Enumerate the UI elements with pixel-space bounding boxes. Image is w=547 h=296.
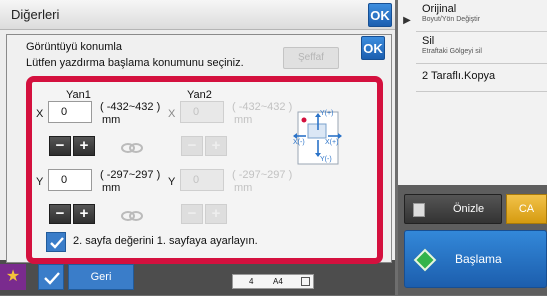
settings-title: Diğerleri — [11, 7, 60, 22]
x-side1-range: ( -432~432 ) mm — [100, 101, 160, 127]
clear-all-button[interactable]: CA — [506, 194, 547, 224]
x-side1-minus-button[interactable]: − — [49, 136, 71, 156]
start-button[interactable]: Başlama — [404, 230, 547, 288]
dialog-description: Lütfen yazdırma başlama konumunu seçiniz… — [26, 57, 244, 69]
preview-button[interactable]: Önizle — [404, 194, 502, 224]
transparent-button: Şeffaf — [283, 47, 339, 69]
y-side2-plus-button: + — [205, 204, 227, 224]
favorite-star-icon[interactable]: ★ — [0, 264, 26, 290]
side1-label: Yan1 — [66, 89, 91, 101]
y-axis-label: Y — [36, 176, 44, 188]
y-side2-minus-button: − — [181, 204, 203, 224]
range-text: ( -297~297 ) — [232, 169, 293, 181]
position-diagram: Y(+) Y(-) X(-) X(+) — [292, 108, 344, 168]
y-axis-label-side2: Y — [168, 176, 176, 188]
y-side1-input[interactable]: 0 — [48, 169, 92, 191]
start-icon — [413, 248, 437, 272]
menu-item-title: Sil — [422, 35, 435, 47]
x-axis-label-side2: X — [168, 108, 176, 120]
range-unit: mm — [102, 114, 121, 126]
side2-label: Yan2 — [187, 89, 212, 101]
range-unit: mm — [234, 182, 253, 194]
y-side1-plus-button[interactable]: + — [73, 204, 95, 224]
link-chain-icon — [120, 141, 144, 153]
y-plus-label: Y(+) — [320, 110, 334, 117]
menu-item-title: 2 Taraflı.Kopya — [422, 70, 496, 82]
preview-label: Önizle — [453, 203, 485, 215]
range-unit: mm — [234, 114, 253, 126]
paper-indicator: 4 A4 — [232, 274, 314, 289]
menu-item-original[interactable]: Orijinal Boyut/Yön Değiştir — [416, 0, 547, 32]
x-axis-label: X — [36, 108, 44, 120]
start-label: Başlama — [455, 252, 502, 266]
link-chain-icon — [120, 209, 144, 221]
x-side2-range: ( -432~432 ) mm — [232, 101, 292, 127]
dialog-ok-button[interactable]: OK — [361, 36, 385, 60]
x-side1-input[interactable]: 0 — [48, 101, 92, 123]
range-text: ( -432~432 ) — [232, 101, 293, 113]
menu-item-subtitle: Etraftaki Gölgeyi sil — [422, 48, 482, 55]
x-side2-plus-button: + — [205, 136, 227, 156]
menu-item-duplex-copy[interactable]: 2 Taraflı.Kopya — [416, 64, 547, 92]
collapse-arrow-icon[interactable]: ▶ — [398, 12, 416, 30]
dialog-title: Görüntüyü konumla — [26, 41, 122, 53]
menu-item-title: Orijinal — [422, 3, 457, 15]
paper-size: A4 — [273, 277, 283, 286]
x-minus-label: X(-) — [293, 139, 305, 146]
menu-item-erase[interactable]: Sil Etraftaki Gölgeyi sil — [416, 32, 547, 64]
confirm-check-button[interactable] — [38, 264, 64, 290]
range-text: ( -432~432 ) — [100, 101, 161, 113]
back-button[interactable]: Geri — [68, 264, 134, 290]
y-side1-minus-button[interactable]: − — [49, 204, 71, 224]
range-unit: mm — [102, 182, 121, 194]
x-side2-input: 0 — [180, 101, 224, 123]
checkmark-icon — [44, 272, 60, 285]
paper-tray-icon — [301, 277, 310, 286]
y-side1-range: ( -297~297 ) mm — [100, 169, 160, 195]
paper-count: 4 — [249, 277, 254, 286]
range-text: ( -297~297 ) — [100, 169, 161, 181]
settings-ok-button[interactable]: OK — [368, 3, 392, 27]
x-side2-minus-button: − — [181, 136, 203, 156]
y-minus-label: Y(-) — [320, 156, 332, 163]
y-side2-range: ( -297~297 ) mm — [232, 169, 292, 195]
same-value-checkbox[interactable] — [46, 232, 66, 252]
preview-icon — [413, 203, 425, 217]
menu-item-subtitle: Boyut/Yön Değiştir — [422, 16, 480, 23]
x-plus-label: X(+) — [325, 139, 339, 146]
same-value-label: 2. sayfa değerini 1. sayfaya ayarlayın. — [73, 235, 258, 247]
x-side1-plus-button[interactable]: + — [73, 136, 95, 156]
y-side2-input: 0 — [180, 169, 224, 191]
checkmark-icon — [50, 237, 64, 249]
